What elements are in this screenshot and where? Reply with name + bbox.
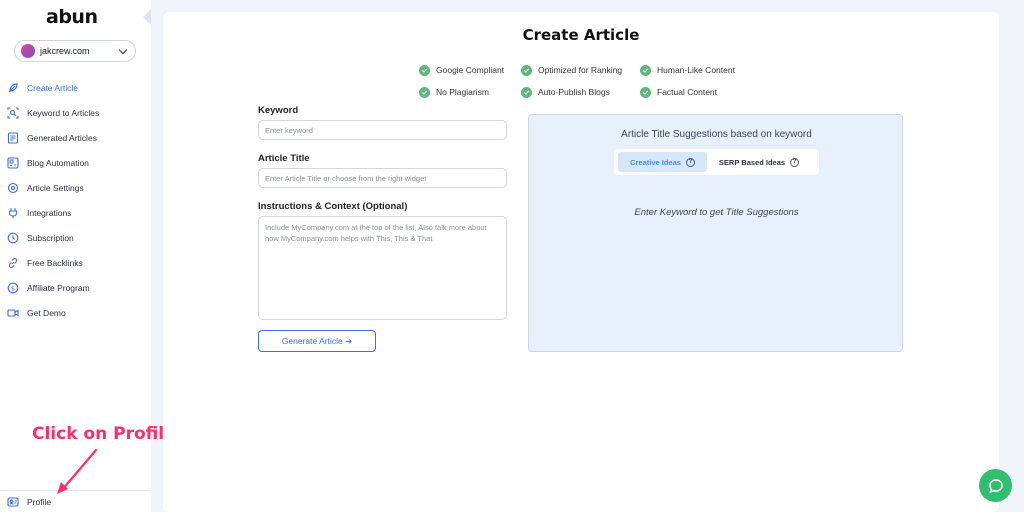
subscription-icon — [7, 232, 19, 244]
sidebar-item-label: Integrations — [27, 207, 72, 218]
tab-serp-based-ideas[interactable]: SERP Based Ideas ? — [707, 152, 811, 172]
keyword-scan-icon — [7, 106, 19, 119]
feature-google-compliant: Google Compliant — [419, 64, 504, 76]
feature-label: Optimized for Ranking — [538, 65, 623, 75]
check-icon — [640, 64, 651, 76]
sidebar-item-generated-articles[interactable]: Generated Articles — [0, 125, 151, 150]
sidebar-item-subscription[interactable]: Subscription — [0, 225, 151, 250]
sidebar-item-get-demo[interactable]: Get Demo — [0, 300, 151, 325]
page-title: Create Article — [522, 26, 640, 44]
profile-icon — [7, 496, 19, 508]
sidebar-item-label: Create Article — [27, 82, 79, 93]
settings-icon — [7, 182, 19, 194]
feature-label: Auto-Publish Blogs — [538, 87, 610, 97]
feature-label: No Plagiarism — [436, 87, 489, 97]
feature-label: Google Compliant — [436, 65, 505, 75]
plug-icon — [7, 207, 19, 219]
video-icon — [7, 307, 19, 319]
chevron-down-icon — [118, 45, 128, 54]
site-avatar — [21, 44, 35, 58]
sidebar-item-create-article[interactable]: Create Article — [0, 75, 151, 100]
title-suggestions-panel: Article Title Suggestions based on keywo… — [528, 114, 903, 352]
feature-label: Factual Content — [657, 87, 718, 97]
sidebar-item-label: Get Demo — [27, 307, 66, 318]
article-title-input[interactable] — [258, 168, 507, 188]
annotation-text: Click on Profile — [32, 424, 176, 444]
sidebar-item-profile[interactable]: Profile — [7, 495, 51, 509]
sidebar-item-keyword-to-articles[interactable]: Keyword to Articles — [0, 100, 151, 125]
check-icon — [521, 86, 532, 98]
sidebar-item-label: Blog Automation — [27, 157, 89, 168]
check-icon — [521, 64, 532, 76]
instructions-label: Instructions & Context (Optional) — [258, 201, 408, 212]
feature-auto-publish-blogs: Auto-Publish Blogs — [521, 86, 610, 98]
automation-icon — [7, 156, 19, 169]
create-article-card: Create Article Google Compliant Optimize… — [163, 12, 999, 512]
check-icon — [419, 86, 430, 98]
suggestions-empty-message: Enter Keyword to get Title Suggestions — [634, 207, 799, 218]
tab-label: SERP Based Ideas — [718, 157, 786, 167]
sidebar-item-label: Profile — [27, 497, 52, 507]
site-selector-value: jakcrew.com — [40, 46, 90, 56]
dollar-icon: $ — [7, 282, 19, 294]
sidebar-item-label: Article Settings — [27, 182, 84, 193]
article-title-label: Article Title — [258, 153, 310, 164]
sidebar-item-label: Affiliate Program — [27, 282, 90, 293]
sidebar-item-article-settings[interactable]: Article Settings — [0, 175, 151, 200]
feature-factual-content: Factual Content — [640, 86, 717, 98]
sidebar-item-affiliate-program[interactable]: $ Affiliate Program — [0, 275, 151, 300]
feature-optimized-for-ranking: Optimized for Ranking — [521, 64, 622, 76]
sidebar-item-label: Free Backlinks — [27, 257, 83, 268]
generate-article-button[interactable]: Generate Article ➔ — [258, 330, 376, 352]
help-icon[interactable]: ? — [685, 157, 695, 167]
keyword-input[interactable] — [258, 120, 507, 140]
app-logo[interactable]: abun — [46, 6, 98, 28]
tab-creative-ideas[interactable]: Creative Ideas ? — [618, 152, 707, 172]
instructions-textarea[interactable] — [258, 216, 507, 320]
feature-label: Human-Like Content — [657, 65, 735, 75]
chat-support-button[interactable] — [979, 469, 1012, 502]
keyword-label: Keyword — [258, 105, 299, 116]
sidebar-item-blog-automation[interactable]: Blog Automation — [0, 150, 151, 175]
chat-bubble-icon — [988, 478, 1003, 493]
collapse-sidebar-icon[interactable] — [143, 9, 151, 25]
sidebar-nav: Create Article Keyword to Articles Gener… — [0, 75, 151, 325]
help-icon[interactable]: ? — [790, 157, 800, 167]
svg-text:$: $ — [11, 284, 15, 292]
sidebar-item-integrations[interactable]: Integrations — [0, 200, 151, 225]
check-icon — [640, 86, 651, 98]
check-icon — [419, 64, 430, 76]
feather-icon — [7, 82, 19, 94]
link-icon — [7, 257, 19, 269]
sidebar-item-label: Subscription — [27, 232, 74, 243]
sidebar-item-free-backlinks[interactable]: Free Backlinks — [0, 250, 151, 275]
annotation-arrow-icon — [57, 448, 98, 494]
suggestions-title: Article Title Suggestions based on keywo… — [621, 129, 812, 140]
sidebar-item-label: Keyword to Articles — [27, 107, 100, 118]
suggestion-tabs: Creative Ideas ? SERP Based Ideas ? — [614, 149, 819, 175]
sidebar-item-label: Generated Articles — [27, 132, 97, 143]
articles-icon — [7, 131, 19, 144]
site-selector[interactable]: jakcrew.com — [14, 40, 136, 62]
tab-label: Creative Ideas — [630, 157, 681, 167]
feature-no-plagiarism: No Plagiarism — [419, 86, 489, 98]
feature-human-like-content: Human-Like Content — [640, 64, 735, 76]
